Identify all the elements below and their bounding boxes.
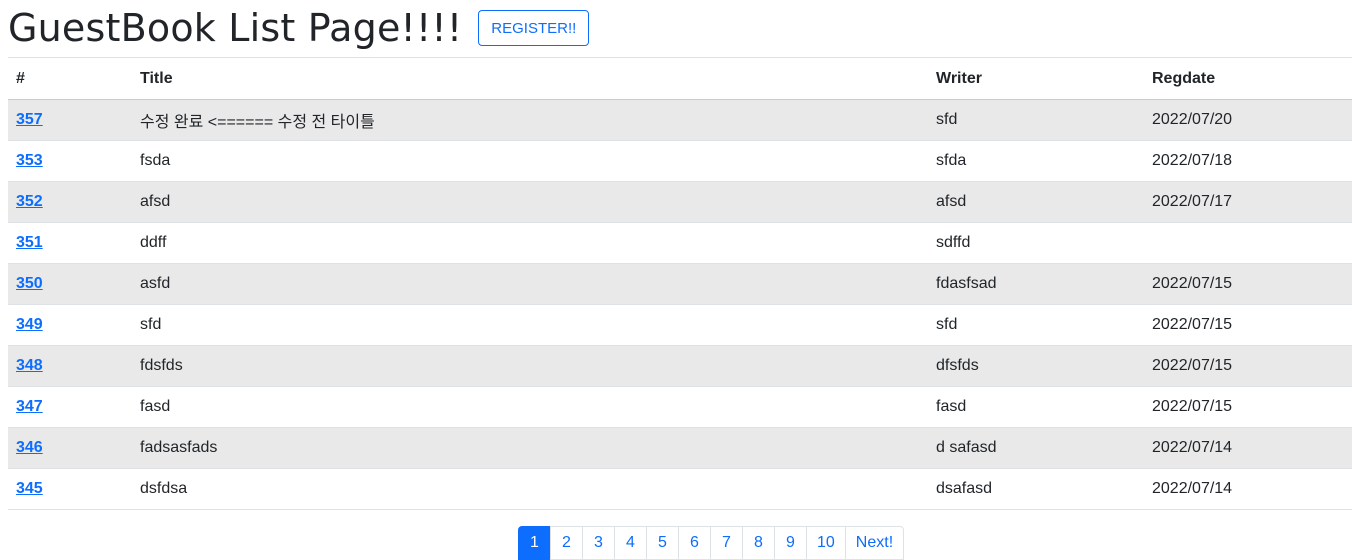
page-link-9[interactable]: 9 bbox=[774, 526, 807, 560]
table-row: 357 수정 완료 <====== 수정 전 타이틀 sfd 2022/07/20 bbox=[8, 99, 1352, 141]
table-row: 346 fadsasfads d safasd 2022/07/14 bbox=[8, 427, 1352, 469]
table-row: 348 fdsfds dfsfds 2022/07/15 bbox=[8, 345, 1352, 387]
gno-link[interactable]: 352 bbox=[16, 193, 43, 210]
writer-cell: fdasfsad bbox=[928, 263, 1144, 305]
register-button[interactable]: REGISTER!! bbox=[478, 10, 590, 46]
gno-link[interactable]: 351 bbox=[16, 234, 43, 251]
page-link-6[interactable]: 6 bbox=[678, 526, 711, 560]
writer-cell: dfsfds bbox=[928, 345, 1144, 387]
gno-link[interactable]: 350 bbox=[16, 275, 43, 292]
pagination: 1 2 3 4 5 6 7 8 9 10 Next! bbox=[518, 526, 905, 560]
regdate-cell: 2022/07/15 bbox=[1144, 304, 1352, 346]
title-cell: fsda bbox=[132, 140, 928, 182]
table-header-row: # Title Writer Regdate bbox=[8, 57, 1352, 100]
page-link-4[interactable]: 4 bbox=[614, 526, 647, 560]
gno-cell: 349 bbox=[8, 304, 132, 346]
writer-cell: sdffd bbox=[928, 222, 1144, 264]
gno-cell: 351 bbox=[8, 222, 132, 264]
title-cell: 수정 완료 <====== 수정 전 타이틀 bbox=[132, 99, 928, 141]
table-row: 353 fsda sfda 2022/07/18 bbox=[8, 140, 1352, 182]
table-row: 350 asfd fdasfsad 2022/07/15 bbox=[8, 263, 1352, 305]
title-cell: fasd bbox=[132, 386, 928, 428]
regdate-cell bbox=[1144, 222, 1352, 264]
writer-cell: afsd bbox=[928, 181, 1144, 223]
gno-link[interactable]: 348 bbox=[16, 357, 43, 374]
guestbook-table: # Title Writer Regdate 357 수정 완료 <====== … bbox=[8, 57, 1352, 510]
title-cell: afsd bbox=[132, 181, 928, 223]
title-cell: asfd bbox=[132, 263, 928, 305]
writer-cell: sfd bbox=[928, 304, 1144, 346]
page-header: GuestBook List Page!!!! REGISTER!! bbox=[8, 4, 590, 52]
table-body: 357 수정 완료 <====== 수정 전 타이틀 sfd 2022/07/20 35… bbox=[8, 99, 1352, 510]
title-cell: fadsasfads bbox=[132, 427, 928, 469]
gno-link[interactable]: 349 bbox=[16, 316, 43, 333]
title-cell: sfd bbox=[132, 304, 928, 346]
page-title: GuestBook List Page!!!! bbox=[8, 6, 463, 50]
regdate-cell: 2022/07/14 bbox=[1144, 427, 1352, 469]
gno-link[interactable]: 347 bbox=[16, 398, 43, 415]
regdate-cell: 2022/07/15 bbox=[1144, 386, 1352, 428]
table-row: 345 dsfdsa dsafasd 2022/07/14 bbox=[8, 468, 1352, 510]
page-link-5[interactable]: 5 bbox=[646, 526, 679, 560]
next-page-link[interactable]: Next! bbox=[844, 526, 905, 560]
gno-cell: 350 bbox=[8, 263, 132, 305]
title-cell: ddff bbox=[132, 222, 928, 264]
gno-cell: 352 bbox=[8, 181, 132, 223]
table-row: 351 ddff sdffd bbox=[8, 222, 1352, 264]
table-row: 347 fasd fasd 2022/07/15 bbox=[8, 386, 1352, 428]
column-header-number: # bbox=[8, 57, 132, 100]
title-cell: fdsfds bbox=[132, 345, 928, 387]
gno-cell: 353 bbox=[8, 140, 132, 182]
page-link-10[interactable]: 10 bbox=[806, 526, 846, 560]
gno-cell: 348 bbox=[8, 345, 132, 387]
writer-cell: fasd bbox=[928, 386, 1144, 428]
column-header-title: Title bbox=[132, 57, 928, 100]
gno-link[interactable]: 345 bbox=[16, 480, 43, 497]
regdate-cell: 2022/07/15 bbox=[1144, 263, 1352, 305]
page-link-3[interactable]: 3 bbox=[582, 526, 615, 560]
column-header-writer: Writer bbox=[928, 57, 1144, 100]
column-header-regdate: Regdate bbox=[1144, 57, 1352, 100]
regdate-cell: 2022/07/15 bbox=[1144, 345, 1352, 387]
table-row: 352 afsd afsd 2022/07/17 bbox=[8, 181, 1352, 223]
page-link-2[interactable]: 2 bbox=[550, 526, 583, 560]
page-link-1[interactable]: 1 bbox=[518, 526, 551, 560]
regdate-cell: 2022/07/17 bbox=[1144, 181, 1352, 223]
writer-cell: d safasd bbox=[928, 427, 1144, 469]
gno-cell: 345 bbox=[8, 468, 132, 510]
writer-cell: dsafasd bbox=[928, 468, 1144, 510]
regdate-cell: 2022/07/14 bbox=[1144, 468, 1352, 510]
page-link-7[interactable]: 7 bbox=[710, 526, 743, 560]
regdate-cell: 2022/07/20 bbox=[1144, 99, 1352, 141]
gno-link[interactable]: 357 bbox=[16, 111, 43, 128]
gno-link[interactable]: 353 bbox=[16, 152, 43, 169]
gno-cell: 347 bbox=[8, 386, 132, 428]
page-link-8[interactable]: 8 bbox=[742, 526, 775, 560]
gno-cell: 357 bbox=[8, 99, 132, 141]
writer-cell: sfd bbox=[928, 99, 1144, 141]
gno-cell: 346 bbox=[8, 427, 132, 469]
title-cell: dsfdsa bbox=[132, 468, 928, 510]
regdate-cell: 2022/07/18 bbox=[1144, 140, 1352, 182]
gno-link[interactable]: 346 bbox=[16, 439, 43, 456]
writer-cell: sfda bbox=[928, 140, 1144, 182]
table-row: 349 sfd sfd 2022/07/15 bbox=[8, 304, 1352, 346]
